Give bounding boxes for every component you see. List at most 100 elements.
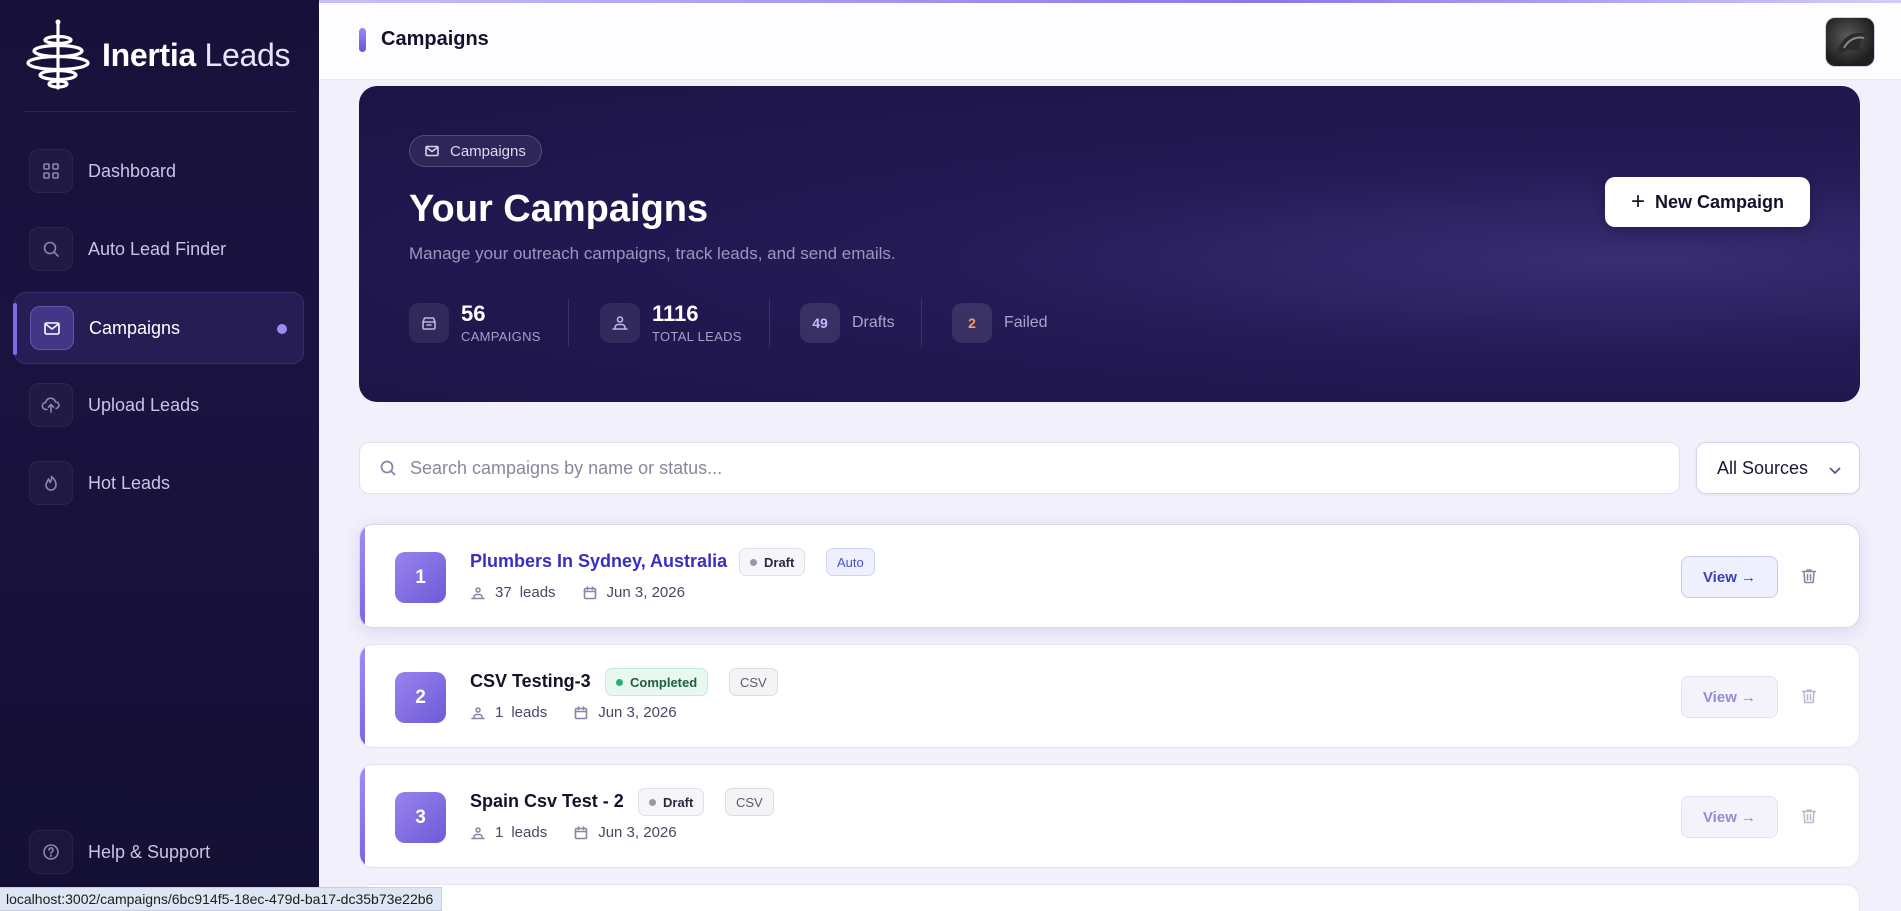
hero-title: Your Campaigns: [409, 188, 709, 230]
search-icon: [29, 227, 73, 271]
mail-icon: [30, 306, 74, 350]
status-badge: Completed: [605, 668, 709, 696]
calendar-icon: [583, 585, 596, 599]
sidebar-item-label: Upload Leads: [88, 394, 200, 415]
status-badge: Draft: [638, 788, 705, 816]
stat-divider: [921, 299, 922, 347]
view-campaign-button[interactable]: View →: [1681, 676, 1778, 718]
leads-word: leads: [511, 704, 548, 721]
stat-failed: 2 Failed: [952, 298, 1048, 348]
campaign-card[interactable]: 1 Plumbers In Sydney, Australia Draft Au…: [359, 524, 1860, 628]
sidebar-item-label: Campaigns: [89, 317, 181, 338]
stat-leads-label: TOTAL LEADS: [652, 329, 742, 344]
stat-leads-value: 1116: [652, 301, 699, 326]
section-chip-label: Campaigns: [450, 142, 526, 160]
trash-icon: [1801, 569, 1817, 584]
grid-icon: [29, 149, 73, 193]
calendar-icon: [574, 705, 588, 719]
campaigns-hero: Campaigns Your Campaigns Manage your out…: [359, 86, 1860, 402]
sidebar-item-label: Dashboard: [88, 160, 177, 181]
logo-icon: [26, 19, 90, 90]
status-label: Completed: [630, 674, 698, 690]
plus-icon: +: [1630, 188, 1645, 215]
sidebar-item-help-support[interactable]: Help & Support: [14, 816, 304, 888]
campaign-index-badge: 2: [395, 672, 446, 723]
sidebar-item-campaigns[interactable]: Campaigns: [13, 292, 304, 364]
avatar-image-icon: [1836, 32, 1866, 56]
brand-name: Inertia Leads: [102, 36, 291, 73]
new-campaign-button[interactable]: + New Campaign: [1605, 177, 1810, 227]
leads-count: 37: [495, 584, 512, 601]
chevron-down-icon: [1829, 467, 1841, 475]
leads-word: leads: [519, 584, 556, 601]
help-icon: [29, 830, 73, 874]
view-campaign-button[interactable]: View →: [1681, 556, 1778, 598]
sidebar-item-auto-lead-finder[interactable]: Auto Lead Finder: [14, 213, 304, 285]
sidebar-item-hot-leads[interactable]: Hot Leads: [14, 447, 304, 519]
delete-campaign-button[interactable]: [1799, 686, 1819, 706]
status-label: Draft: [663, 794, 694, 810]
stat-drafts-label: Drafts: [852, 314, 895, 331]
stat-failed-value: 2: [952, 303, 992, 343]
source-filter-value: All Sources: [1717, 457, 1809, 478]
campaign-index-badge: 3: [395, 792, 446, 843]
campaign-card[interactable]: 3 Spain Csv Test - 2 Draft CSV 1 leads J…: [359, 764, 1860, 868]
status-dot: [616, 678, 623, 686]
campaign-name[interactable]: Plumbers In Sydney, Australia: [470, 551, 727, 572]
cloud-upload-icon: [29, 383, 73, 427]
source-badge: CSV: [725, 788, 774, 816]
source-badge: CSV: [729, 668, 778, 696]
sidebar-item-dashboard[interactable]: Dashboard: [14, 135, 304, 207]
status-label: Draft: [764, 554, 795, 570]
campaign-card-partial[interactable]: [359, 884, 1860, 911]
leads-count: 1: [495, 824, 504, 841]
sidebar: Inertia Leads Dashboard Auto Lead Finder…: [0, 0, 319, 911]
active-indicator-dot: [277, 324, 287, 334]
trash-icon: [1801, 689, 1817, 704]
sidebar-item-label: Auto Lead Finder: [88, 238, 227, 259]
sidebar-item-upload-leads[interactable]: Upload Leads: [14, 369, 304, 441]
new-campaign-label: New Campaign: [1654, 191, 1785, 212]
campaign-name[interactable]: CSV Testing-3: [470, 671, 591, 692]
stat-failed-label: Failed: [1004, 314, 1048, 331]
hero-subtitle: Manage your outreach campaigns, track le…: [409, 244, 896, 263]
stat-divider: [568, 299, 569, 347]
users-icon: [471, 826, 485, 839]
view-campaign-button[interactable]: View →: [1681, 796, 1778, 838]
users-icon: [471, 706, 485, 719]
top-bar: Campaigns: [319, 0, 1901, 80]
campaign-index-badge: 1: [395, 552, 446, 603]
archive-icon: [409, 303, 449, 343]
stat-drafts: 49 Drafts: [800, 298, 895, 348]
stat-divider: [769, 299, 770, 347]
status-badge: Draft: [739, 548, 806, 576]
users-icon: [600, 303, 640, 343]
stat-campaigns: 56 CAMPAIGNS: [409, 298, 541, 348]
mail-icon: [425, 145, 439, 157]
title-accent-bar: [359, 28, 366, 52]
campaign-card[interactable]: 2 CSV Testing-3 Completed CSV 1 leads Ju…: [359, 644, 1860, 748]
status-dot: [750, 558, 757, 566]
delete-campaign-button[interactable]: [1799, 806, 1819, 826]
source-filter-select[interactable]: All Sources: [1696, 442, 1860, 494]
campaign-name[interactable]: Spain Csv Test - 2: [470, 791, 624, 812]
stat-drafts-value: 49: [800, 303, 840, 343]
campaign-meta: 1 leads Jun 3, 2026: [470, 704, 677, 721]
status-dot: [649, 798, 656, 806]
search-icon: [380, 460, 396, 476]
users-icon: [471, 586, 485, 599]
stat-campaigns-value: 56: [461, 301, 486, 326]
stat-campaigns-label: CAMPAIGNS: [461, 329, 541, 344]
source-badge: Auto: [826, 548, 875, 576]
stat-total-leads: 1116 TOTAL LEADS: [600, 298, 742, 348]
campaign-date: Jun 3, 2026: [598, 824, 677, 841]
leads-count: 1: [495, 704, 504, 721]
brand-logo[interactable]: Inertia Leads: [24, 18, 291, 92]
page-title: Campaigns: [381, 28, 489, 50]
avatar[interactable]: [1825, 17, 1875, 67]
search-bar: [359, 442, 1680, 494]
delete-campaign-button[interactable]: [1799, 566, 1819, 586]
search-input[interactable]: [410, 457, 1610, 479]
trash-icon: [1801, 809, 1817, 824]
browser-status-url: localhost:3002/campaigns/6bc914f5-18ec-4…: [0, 887, 443, 911]
